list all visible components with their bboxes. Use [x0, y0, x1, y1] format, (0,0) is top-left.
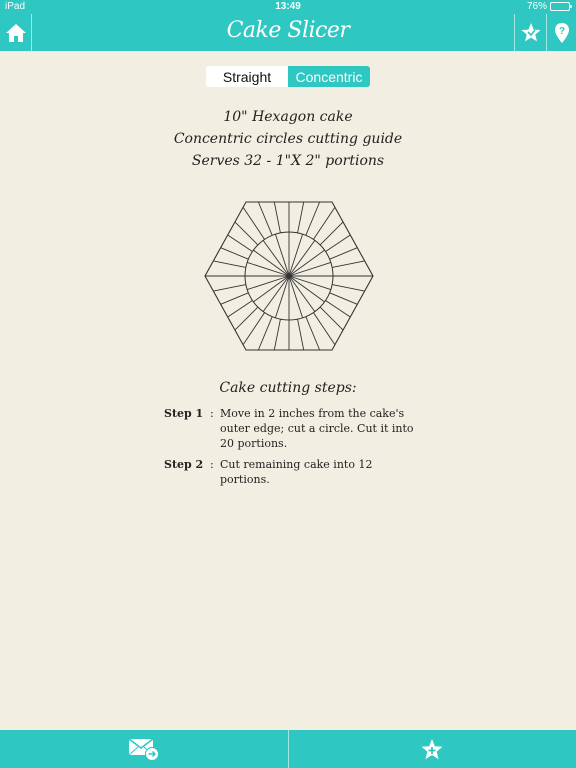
outer-cut-line [313, 312, 336, 345]
outer-cut-line [242, 207, 265, 240]
outer-cut-line [332, 260, 365, 268]
outer-cut-line [213, 260, 246, 268]
status-bar: iPad 13:49 76% [0, 0, 576, 14]
steps-list: Step 1 : Move in 2 inches from the cake'… [164, 406, 424, 493]
email-send-icon [128, 738, 159, 761]
battery-icon [550, 2, 572, 11]
outer-cut-line [325, 300, 351, 318]
email-button[interactable] [0, 730, 289, 768]
outer-cut-line [213, 284, 246, 292]
inner-cut-line [274, 275, 290, 318]
step-item: Step 1 : Move in 2 inches from the cake'… [164, 406, 424, 451]
outer-cut-line [220, 247, 249, 260]
star-icon [520, 23, 541, 42]
outer-cut-line [257, 201, 273, 236]
steps-title: Cake cutting steps: [219, 380, 357, 396]
step-label: Step 2 [164, 458, 204, 471]
clock: 13:49 [275, 1, 301, 12]
help-pin-icon: ? [554, 22, 569, 43]
cake-size-heading: 10" Hexagon cake [223, 109, 353, 125]
inner-cut-line [247, 275, 290, 291]
outer-cut-line [257, 316, 273, 351]
cut-style-segmented-control: Straight Concentric [206, 66, 370, 87]
inner-cut-line [288, 240, 316, 277]
outer-cut-line [313, 207, 336, 240]
inner-cut-line [262, 275, 290, 312]
guide-type-heading: Concentric circles cutting guide [173, 131, 403, 147]
outer-cut-line [273, 201, 281, 233]
outer-cut-line [332, 284, 365, 292]
inner-cut-line [262, 240, 290, 277]
inner-cut-line [253, 275, 290, 303]
favorites-button[interactable] [514, 14, 546, 51]
battery-indicator: 76% [526, 1, 572, 12]
segment-concentric[interactable]: Concentric [288, 66, 370, 87]
inner-cut-line [288, 275, 304, 318]
outer-cut-line [319, 221, 344, 246]
bottom-toolbar [0, 730, 576, 768]
outer-cut-line [234, 306, 259, 331]
battery-percent: 76% [526, 1, 547, 12]
outer-cut-line [329, 247, 358, 260]
nav-bar: Cake Slicer ? [0, 14, 576, 51]
outer-cut-line [273, 319, 281, 351]
outer-cut-line [305, 316, 321, 351]
add-favorite-button[interactable] [289, 730, 576, 768]
outer-cut-line [297, 319, 305, 351]
step-colon: : [210, 407, 214, 420]
step-colon: : [210, 458, 214, 471]
outer-cut-line [305, 201, 321, 236]
add-favorite-star-icon [421, 738, 443, 759]
app-title: Cake Slicer [226, 18, 350, 43]
inner-cut-line [288, 249, 325, 277]
inner-cut-line [253, 249, 290, 277]
inner-cut-line [288, 275, 316, 312]
outer-cut-line [242, 312, 265, 345]
outer-cut-line [319, 306, 344, 331]
inner-cut-line [288, 234, 304, 277]
servings-heading: Serves 32 - 1"X 2" portions [191, 153, 385, 169]
inner-cut-line [247, 261, 290, 277]
inner-cut-line [288, 261, 331, 277]
step-item: Step 2 : Cut remaining cake into 12 port… [164, 457, 424, 487]
segment-straight[interactable]: Straight [206, 66, 288, 87]
inner-cut-line [288, 275, 325, 303]
outer-cut-line [220, 292, 249, 305]
hexagon-cutting-diagram [204, 201, 374, 351]
step-label: Step 1 [164, 407, 204, 420]
step-text: Move in 2 inches from the cake's outer e… [220, 407, 414, 450]
guide-headings: 10" Hexagon cake Concentric circles cutt… [0, 106, 576, 172]
outer-cut-line [325, 234, 351, 252]
help-button[interactable]: ? [546, 14, 576, 51]
outer-cut-line [297, 201, 305, 233]
outer-cut-line [234, 221, 259, 246]
step-text: Cut remaining cake into 12 portions. [220, 458, 373, 486]
inner-cut-line [288, 275, 331, 291]
outer-cut-line [227, 234, 253, 252]
inner-cut-line [274, 234, 290, 277]
svg-text:?: ? [558, 26, 564, 37]
outer-cut-line [329, 292, 358, 305]
outer-cut-line [227, 300, 253, 318]
